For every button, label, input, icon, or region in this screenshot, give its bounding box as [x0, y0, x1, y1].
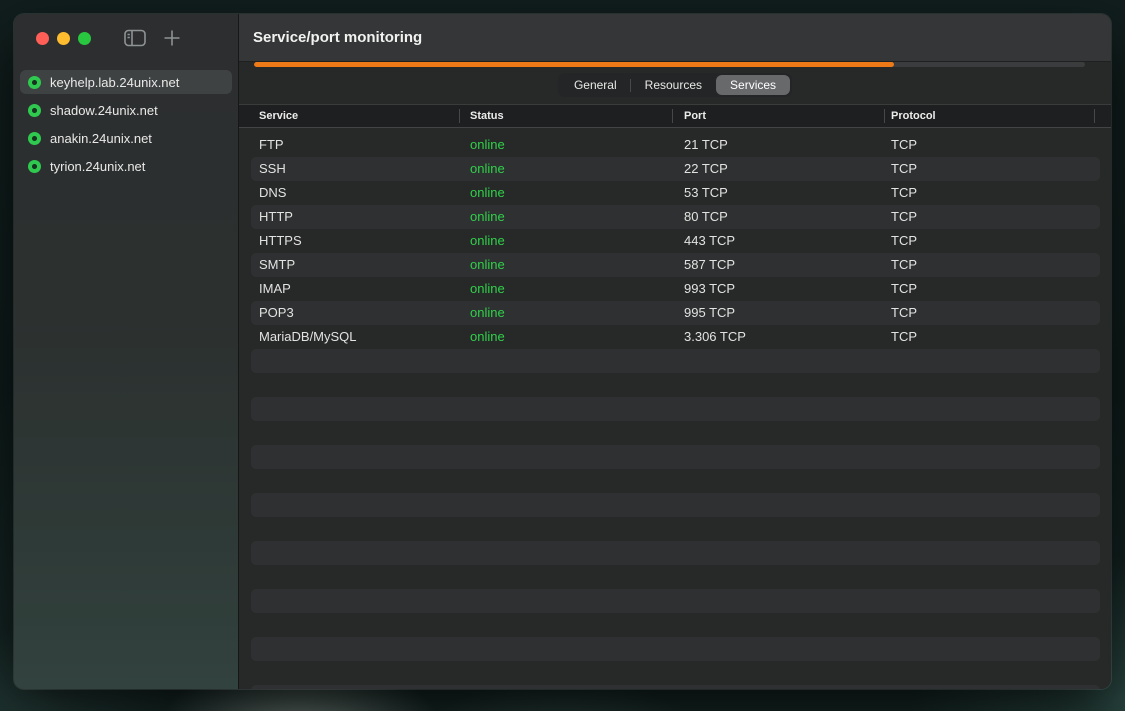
cell-protocol: TCP [884, 277, 1094, 301]
server-label: shadow.24unix.net [50, 103, 158, 118]
cell-service: MariaDB/MySQL [239, 325, 459, 349]
table-row[interactable]: HTTPSonline443 TCPTCP [239, 229, 1111, 253]
tab-bar: GeneralResourcesServices [558, 73, 792, 97]
table-row[interactable]: SSHonline22 TCPTCP [239, 157, 1111, 181]
tab-services[interactable]: Services [716, 75, 790, 95]
cell-protocol: TCP [884, 205, 1094, 229]
sidebar-toolbar [14, 14, 238, 62]
cell-service: SMTP [239, 253, 459, 277]
column-header-spacer [1094, 105, 1111, 127]
table-row-empty [239, 541, 1111, 565]
server-label: keyhelp.lab.24unix.net [50, 75, 179, 90]
cell-port: 995 TCP [672, 301, 884, 325]
cell-port: 21 TCP [672, 133, 884, 157]
table-row-empty [239, 589, 1111, 613]
column-header-port[interactable]: Port [672, 105, 884, 127]
table-row-empty [239, 685, 1111, 689]
tab-resources[interactable]: Resources [631, 75, 716, 95]
page-title: Service/port monitoring [253, 29, 422, 46]
server-status-icon [28, 76, 41, 89]
cell-port: 22 TCP [672, 157, 884, 181]
server-label: tyrion.24unix.net [50, 159, 145, 174]
cell-service: FTP [239, 133, 459, 157]
table-header: ServiceStatusPortProtocol [239, 104, 1111, 128]
table-row-empty [239, 349, 1111, 373]
table-row-empty [239, 517, 1111, 541]
close-button[interactable] [36, 32, 49, 45]
sidebar-item-server[interactable]: tyrion.24unix.net [20, 154, 232, 178]
cell-protocol: TCP [884, 157, 1094, 181]
table-row-empty [239, 397, 1111, 421]
services-table: ServiceStatusPortProtocol FTPonline21 TC… [239, 104, 1111, 689]
progress-fill [254, 62, 894, 67]
cell-service: DNS [239, 181, 459, 205]
cell-service: HTTP [239, 205, 459, 229]
table-row-empty [239, 373, 1111, 397]
cell-protocol: TCP [884, 301, 1094, 325]
table-row-empty [239, 493, 1111, 517]
cell-status: online [459, 229, 672, 253]
table-row[interactable]: POP3online995 TCPTCP [239, 301, 1111, 325]
cell-protocol: TCP [884, 253, 1094, 277]
cell-status: online [459, 181, 672, 205]
cell-status: online [459, 133, 672, 157]
table-row-empty [239, 445, 1111, 469]
cell-status: online [459, 157, 672, 181]
cell-service: POP3 [239, 301, 459, 325]
cell-status: online [459, 301, 672, 325]
table-body: FTPonline21 TCPTCPSSHonline22 TCPTCPDNSo… [239, 133, 1111, 689]
table-row[interactable]: MariaDB/MySQLonline3.306 TCPTCP [239, 325, 1111, 349]
app-window: keyhelp.lab.24unix.net shadow.24unix.net a… [14, 14, 1111, 689]
table-row-empty [239, 421, 1111, 445]
table-row-empty [239, 661, 1111, 685]
cell-service: IMAP [239, 277, 459, 301]
server-list: keyhelp.lab.24unix.net shadow.24unix.net a… [14, 62, 238, 186]
server-status-icon [28, 132, 41, 145]
cell-status: online [459, 277, 672, 301]
cell-status: online [459, 205, 672, 229]
table-row[interactable]: IMAPonline993 TCPTCP [239, 277, 1111, 301]
table-row[interactable]: HTTPonline80 TCPTCP [239, 205, 1111, 229]
cell-port: 993 TCP [672, 277, 884, 301]
cell-protocol: TCP [884, 133, 1094, 157]
cell-port: 3.306 TCP [672, 325, 884, 349]
minimize-button[interactable] [57, 32, 70, 45]
cell-status: online [459, 325, 672, 349]
column-header-status[interactable]: Status [459, 105, 672, 127]
sidebar: keyhelp.lab.24unix.net shadow.24unix.net a… [14, 14, 239, 689]
main-panel: Service/port monitoring GeneralResources… [239, 14, 1111, 689]
server-label: anakin.24unix.net [50, 131, 152, 146]
add-server-button[interactable] [163, 29, 181, 47]
cell-service: HTTPS [239, 229, 459, 253]
tab-general[interactable]: General [560, 75, 631, 95]
cell-port: 53 TCP [672, 181, 884, 205]
cell-protocol: TCP [884, 229, 1094, 253]
column-header-service[interactable]: Service [239, 105, 459, 127]
table-row-empty [239, 469, 1111, 493]
cell-port: 443 TCP [672, 229, 884, 253]
cell-port: 587 TCP [672, 253, 884, 277]
cell-protocol: TCP [884, 181, 1094, 205]
sidebar-item-server[interactable]: anakin.24unix.net [20, 126, 232, 150]
table-row-empty [239, 613, 1111, 637]
sidebar-item-server[interactable]: shadow.24unix.net [20, 98, 232, 122]
window-titlebar: Service/port monitoring [239, 14, 1111, 62]
table-row[interactable]: SMTPonline587 TCPTCP [239, 253, 1111, 277]
table-row[interactable]: FTPonline21 TCPTCP [239, 133, 1111, 157]
sidebar-item-server[interactable]: keyhelp.lab.24unix.net [20, 70, 232, 94]
cell-port: 80 TCP [672, 205, 884, 229]
cell-service: SSH [239, 157, 459, 181]
server-status-icon [28, 160, 41, 173]
table-row-empty [239, 637, 1111, 661]
zoom-button[interactable] [78, 32, 91, 45]
column-header-protocol[interactable]: Protocol [884, 105, 1094, 127]
table-row-empty [239, 565, 1111, 589]
table-row[interactable]: DNSonline53 TCPTCP [239, 181, 1111, 205]
progress-bar [254, 62, 1085, 67]
sidebar-toggle-icon[interactable] [124, 29, 146, 47]
cell-protocol: TCP [884, 325, 1094, 349]
server-status-icon [28, 104, 41, 117]
cell-status: online [459, 253, 672, 277]
